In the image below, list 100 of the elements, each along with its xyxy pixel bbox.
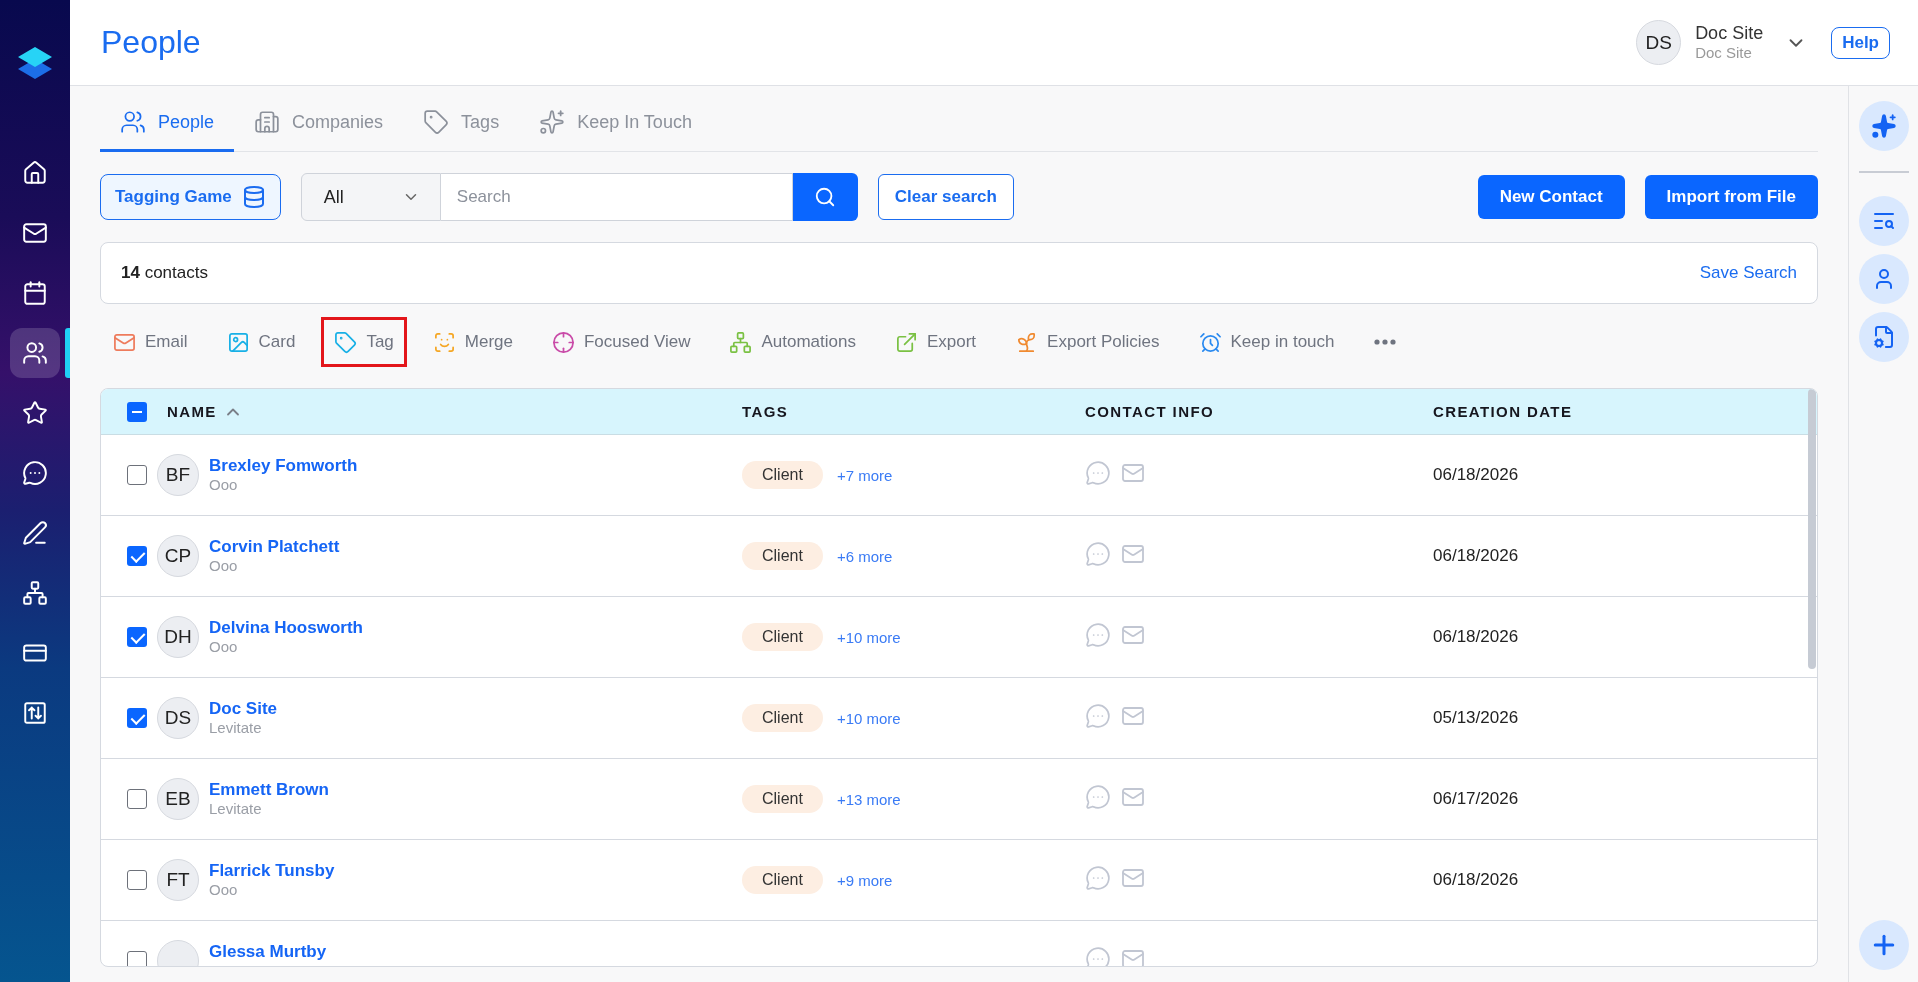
- star-icon: [22, 400, 48, 426]
- more-tags-link[interactable]: +13 more: [836, 790, 901, 808]
- tag-chip[interactable]: Client: [742, 461, 823, 489]
- sparkles-icon: [539, 109, 566, 135]
- contact-name[interactable]: Glessa Murtby: [209, 942, 327, 962]
- page-title: People: [101, 24, 202, 61]
- contact-name[interactable]: Brexley Fomworth: [209, 456, 358, 476]
- scrollbar-thumb[interactable]: [1808, 389, 1816, 669]
- tag-chip[interactable]: Client: [742, 623, 823, 651]
- search-button[interactable]: [792, 173, 858, 221]
- contact-name[interactable]: Doc Site: [209, 699, 278, 719]
- tab[interactable]: Companies: [234, 95, 404, 152]
- contact-company: Ooo: [209, 557, 239, 575]
- row-checkbox[interactable]: [127, 870, 147, 890]
- row-checkbox[interactable]: [127, 789, 147, 809]
- help-button[interactable]: Help: [1831, 26, 1890, 59]
- contact-company: Ooo: [209, 881, 239, 899]
- action-button[interactable]: Focused View: [539, 317, 704, 367]
- filter-dropdown[interactable]: All: [300, 173, 441, 221]
- save-search-link[interactable]: Save Search: [1699, 263, 1797, 283]
- contact-company: Ooo: [209, 638, 239, 656]
- active-indicator: [65, 328, 70, 378]
- contact-name[interactable]: Corvin Platchett: [209, 537, 340, 557]
- tag-chip[interactable]: Client: [742, 866, 823, 894]
- creation-date: 06/18/2026: [1433, 465, 1519, 484]
- more-tags-link[interactable]: +9 more: [836, 871, 893, 889]
- column-header[interactable]: NAME: [167, 403, 217, 420]
- home-icon: [22, 160, 48, 186]
- calendar-icon: [22, 280, 48, 306]
- row-checkbox[interactable]: [127, 708, 147, 728]
- more-tags-link[interactable]: +10 more: [836, 709, 901, 727]
- row-checkbox[interactable]: [127, 951, 147, 966]
- action-button[interactable]: Card: [213, 317, 309, 367]
- creation-date: 06/18/2026: [1433, 627, 1519, 646]
- more-tags-link[interactable]: +7 more: [836, 466, 893, 484]
- up-down-arrows-icon: [22, 700, 48, 726]
- file-settings-button[interactable]: [1858, 312, 1909, 362]
- more-tags-link[interactable]: +10 more: [836, 628, 901, 646]
- add-button[interactable]: [1858, 920, 1909, 970]
- creation-date: 05/13/2026: [1433, 708, 1519, 727]
- tab[interactable]: People: [100, 95, 235, 152]
- action-button[interactable]: Export Policies: [1002, 317, 1173, 367]
- tag-chip[interactable]: Client: [742, 542, 823, 570]
- action-button[interactable]: Email: [100, 317, 201, 367]
- select-all-checkbox[interactable]: [127, 401, 147, 422]
- row-checkbox[interactable]: [127, 465, 147, 485]
- cylinder-icon: [241, 185, 266, 209]
- more-tags-link[interactable]: +6 more: [836, 547, 893, 565]
- contact-company: Levitate: [209, 719, 263, 737]
- alarm-clock-icon: [1198, 330, 1222, 354]
- column-header[interactable]: CONTACT INFO: [1085, 403, 1214, 420]
- chat-bubble-icon: [22, 460, 48, 486]
- action-button[interactable]: Tag: [321, 317, 407, 367]
- row-checkbox[interactable]: [127, 546, 147, 566]
- user-button[interactable]: [1858, 254, 1909, 304]
- search-icon: [814, 186, 837, 208]
- contact-name[interactable]: Emmett Brown: [209, 780, 329, 800]
- tab[interactable]: Tags: [403, 95, 520, 152]
- new-contact-button[interactable]: New Contact: [1477, 175, 1625, 219]
- logo-icon: [18, 46, 52, 80]
- face-scan-icon: [432, 330, 456, 354]
- column-header[interactable]: CREATION DATE: [1433, 403, 1573, 420]
- tag-icon: [423, 109, 450, 135]
- row-checkbox[interactable]: [127, 627, 147, 647]
- tag-icon: [334, 330, 358, 354]
- contact-avatar: CP: [157, 535, 199, 577]
- import-button[interactable]: Import from File: [1644, 175, 1818, 219]
- action-button[interactable]: Keep in touch: [1185, 317, 1348, 367]
- contact-company: Ooo: [209, 476, 239, 494]
- creation-date: 06/18/2026: [1433, 870, 1519, 889]
- contact-avatar: DS: [157, 697, 199, 739]
- creation-date: 06/17/2026: [1433, 789, 1519, 808]
- contact-avatar: BF: [157, 454, 199, 496]
- user-subtitle: Doc Site: [1695, 44, 1753, 62]
- hierarchy-icon: [22, 580, 48, 606]
- column-header[interactable]: TAGS: [742, 403, 789, 420]
- tag-chip[interactable]: Client: [742, 704, 823, 732]
- sparkles-button[interactable]: [1858, 101, 1909, 151]
- file-gear-icon: [1871, 325, 1896, 349]
- user-avatar: DS: [1636, 20, 1682, 65]
- action-button[interactable]: Merge: [419, 317, 526, 367]
- contact-name[interactable]: Flarrick Tunsby: [209, 861, 335, 881]
- tab[interactable]: Keep In Touch: [519, 95, 712, 152]
- tag-chip[interactable]: Client: [742, 785, 823, 813]
- clear-search-button[interactable]: Clear search: [877, 174, 1014, 220]
- contact-avatar: FT: [157, 859, 199, 901]
- tagging-game-button[interactable]: Tagging Game: [100, 174, 281, 220]
- contact-avatar: DH: [157, 616, 199, 658]
- search-field[interactable]: Search: [440, 173, 793, 221]
- contact-company: Levitate: [209, 800, 263, 818]
- building-icon: [254, 109, 281, 135]
- nav-item[interactable]: [10, 328, 60, 378]
- user-name: Doc Site: [1695, 23, 1764, 44]
- contact-name[interactable]: Delvina Hoosworth: [209, 618, 363, 638]
- sparkles-icon: [1870, 113, 1897, 139]
- list-search-button[interactable]: [1858, 196, 1909, 246]
- action-button[interactable]: Automations: [716, 317, 869, 367]
- action-button[interactable]: Export: [881, 317, 990, 367]
- pen-icon: [22, 520, 48, 546]
- users-icon: [120, 109, 146, 135]
